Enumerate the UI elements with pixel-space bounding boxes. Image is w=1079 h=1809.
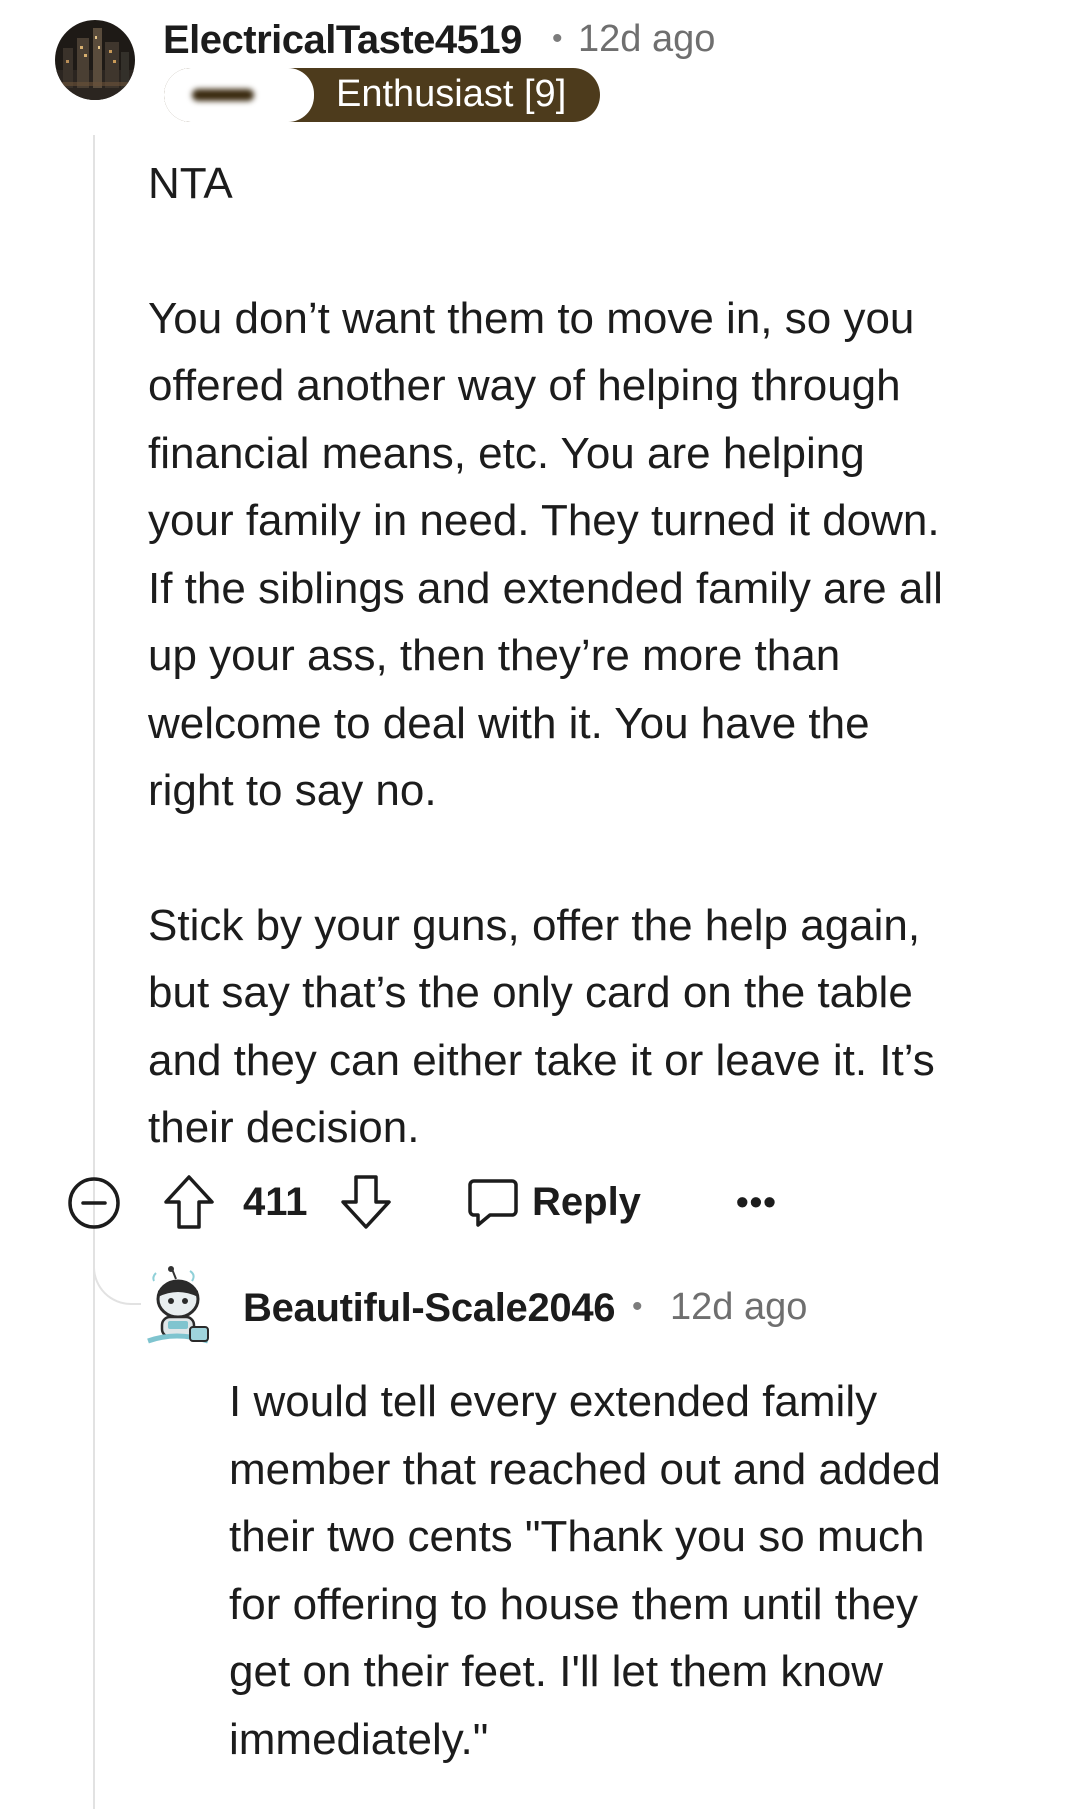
- reply-thread-connector: [93, 1245, 141, 1305]
- comment-line: Stick by your guns, offer the help again…: [148, 900, 921, 950]
- comment-line: offered another way of helping through: [148, 361, 901, 410]
- comment-action-bar: 411 Reply •••: [0, 1165, 1079, 1235]
- upvote-button[interactable]: [162, 1173, 216, 1231]
- comment-line: right to say no.: [148, 766, 437, 815]
- comment-line: NTA: [148, 159, 233, 208]
- reply-avatar[interactable]: [146, 1265, 214, 1347]
- more-options-button[interactable]: •••: [736, 1173, 777, 1231]
- speech-bubble-icon: [468, 1179, 518, 1227]
- comment-line: and they can either take it or leave it.…: [148, 1035, 935, 1085]
- reply-line: member that reached out and added: [229, 1444, 941, 1494]
- reply-line: their two cents "Thank you so much: [229, 1512, 925, 1561]
- vote-score: 411: [243, 1173, 308, 1231]
- downvote-button[interactable]: [339, 1173, 393, 1231]
- reply-line: immediately.": [229, 1714, 489, 1764]
- comment-line: their decision.: [148, 1103, 420, 1152]
- downvote-arrow-icon: [341, 1175, 391, 1229]
- avatar-city-night-image: [55, 20, 135, 100]
- comment-line: up your ass, then they’re more than: [148, 631, 841, 680]
- reply-timestamp[interactable]: 12d ago: [670, 1286, 807, 1329]
- flair-label: Enthusiast [9]: [336, 73, 567, 115]
- collapse-thread-button[interactable]: [66, 1175, 122, 1231]
- vote-count: 411: [243, 1179, 308, 1224]
- comment-body: NTA You don’t want them to move in, so y…: [148, 150, 1048, 1162]
- reply-button[interactable]: Reply: [466, 1173, 641, 1231]
- flair-obscured-emoji: [164, 68, 314, 122]
- comment-line: You don’t want them to move in, so you: [148, 293, 915, 343]
- comment-line: but say that’s the only card on the tabl…: [148, 968, 913, 1017]
- comment-timestamp[interactable]: 12d ago: [578, 18, 715, 61]
- meta-separator: •: [632, 1290, 643, 1323]
- more-options-icon: •••: [736, 1181, 777, 1222]
- reply-label: Reply: [532, 1179, 641, 1224]
- reply-body: I would tell every extended family membe…: [229, 1368, 1049, 1773]
- comment-line: welcome to deal with it. You have the: [148, 698, 870, 748]
- avatar[interactable]: [55, 20, 135, 100]
- comment-line: financial means, etc. You are helping: [148, 428, 865, 478]
- snoo-avatar-icon: [147, 1266, 209, 1344]
- meta-separator: •: [552, 22, 563, 55]
- collapse-minus-icon: [68, 1177, 120, 1229]
- comment-author-username[interactable]: ElectricalTaste4519: [163, 18, 522, 63]
- thread-line[interactable]: [93, 135, 95, 1809]
- reply-line: get on their feet. I'll let them know: [229, 1647, 884, 1696]
- comment-line: your family in need. They turned it down…: [148, 496, 940, 545]
- reply-line: I would tell every extended family: [229, 1377, 878, 1426]
- user-flair-badge: Enthusiast [9]: [164, 68, 600, 122]
- reply-author-username[interactable]: Beautiful-Scale2046: [243, 1286, 616, 1331]
- reply-line: for offering to house them until they: [229, 1579, 918, 1629]
- comment-line: If the siblings and extended family are …: [148, 563, 943, 613]
- upvote-arrow-icon: [164, 1175, 214, 1229]
